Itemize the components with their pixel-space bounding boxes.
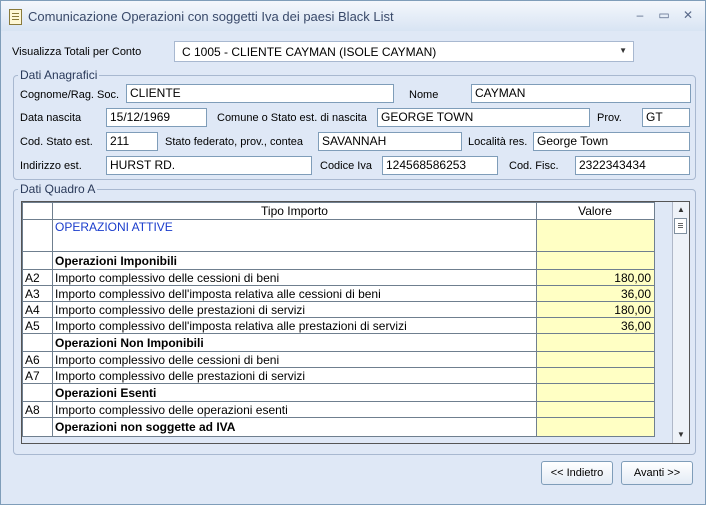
cognome-field[interactable]: CLIENTE — [126, 84, 394, 103]
avanti-button[interactable]: Avanti >> — [621, 461, 693, 485]
row-value[interactable] — [536, 383, 655, 402]
row-value[interactable] — [536, 351, 655, 368]
dati-anagrafici-title: Dati Anagrafici — [18, 68, 100, 82]
row-code: A5 — [22, 317, 53, 334]
cognome-label: Cognome/Rag. Soc. — [20, 89, 120, 101]
row-value[interactable]: 180,00 — [536, 269, 655, 286]
localita-label: Località res. — [468, 136, 528, 148]
title-bar[interactable]: Comunicazione Operazioni con soggetti Iv… — [1, 1, 705, 31]
cod-stato-field[interactable]: 211 — [106, 132, 158, 151]
row-code: A6 — [22, 351, 53, 368]
row-code: A2 — [22, 269, 53, 286]
quadro-table: Tipo Importo Valore OPERAZIONI ATTIVE Op… — [22, 202, 655, 437]
prov-label: Prov. — [597, 112, 622, 124]
row-value[interactable] — [536, 251, 655, 270]
indirizzo-field[interactable]: HURST RD. — [106, 156, 312, 175]
window-title: Comunicazione Operazioni con soggetti Iv… — [28, 9, 394, 24]
row-desc[interactable]: Operazioni Non Imponibili — [52, 333, 537, 352]
row-code — [22, 417, 53, 437]
row-desc[interactable]: Importo complessivo delle cessioni di be… — [52, 351, 537, 368]
row-code — [22, 383, 53, 402]
row-desc[interactable]: OPERAZIONI ATTIVE — [52, 219, 537, 252]
row-code — [22, 219, 53, 252]
row-value[interactable] — [536, 401, 655, 418]
cod-fisc-field[interactable]: 2322343434 — [575, 156, 690, 175]
chevron-down-icon[interactable]: ▼ — [619, 46, 627, 55]
prov-field[interactable]: GT — [642, 108, 690, 127]
scroll-thumb[interactable] — [674, 218, 687, 234]
row-code — [22, 251, 53, 270]
row-desc[interactable]: Operazioni Imponibili — [52, 251, 537, 270]
row-value[interactable]: 180,00 — [536, 301, 655, 318]
row-value[interactable]: 36,00 — [536, 317, 655, 334]
nome-label: Nome — [409, 89, 439, 101]
dialog-window: Comunicazione Operazioni con soggetti Iv… — [0, 0, 706, 505]
visualizza-label: Visualizza Totali per Conto — [12, 46, 142, 58]
row-value[interactable] — [536, 417, 655, 437]
header-code — [22, 202, 53, 220]
row-value[interactable] — [536, 333, 655, 352]
row-code: A8 — [22, 401, 53, 418]
conto-select-value: C 1005 - CLIENTE CAYMAN (ISOLE CAYMAN) — [182, 45, 437, 59]
row-value[interactable]: 36,00 — [536, 285, 655, 302]
scroll-down-icon[interactable]: ▼ — [673, 428, 689, 442]
stato-fed-field[interactable]: SAVANNAH — [318, 132, 462, 151]
row-desc[interactable]: Importo complessivo delle prestazioni di… — [52, 367, 537, 384]
indietro-button[interactable]: << Indietro — [541, 461, 613, 485]
conto-select[interactable]: C 1005 - CLIENTE CAYMAN (ISOLE CAYMAN) ▼ — [174, 41, 634, 62]
row-code — [22, 333, 53, 352]
header-valore: Valore — [536, 202, 655, 220]
cod-fisc-label: Cod. Fisc. — [509, 160, 559, 172]
row-code: A7 — [22, 367, 53, 384]
comune-label: Comune o Stato est. di nascita — [217, 112, 367, 124]
nome-field[interactable]: CAYMAN — [471, 84, 691, 103]
row-desc[interactable]: Importo complessivo delle prestazioni di… — [52, 301, 537, 318]
row-desc[interactable]: Importo complessivo dell'imposta relativ… — [52, 317, 537, 334]
scroll-up-icon[interactable]: ▲ — [673, 203, 689, 217]
data-nascita-field[interactable]: 15/12/1969 — [106, 108, 207, 127]
header-tipo-importo: Tipo Importo — [52, 202, 537, 220]
row-code: A4 — [22, 301, 53, 318]
codice-iva-field[interactable]: 124568586253 — [382, 156, 498, 175]
row-code: A3 — [22, 285, 53, 302]
row-value[interactable] — [536, 367, 655, 384]
vertical-scrollbar[interactable]: ▲ ▼ — [672, 202, 689, 443]
comune-field[interactable]: GEORGE TOWN — [377, 108, 590, 127]
stato-fed-label: Stato federato, prov., contea — [165, 136, 303, 148]
indirizzo-label: Indirizzo est. — [20, 160, 82, 172]
row-desc[interactable]: Operazioni non soggette ad IVA — [52, 417, 537, 437]
dati-quadro-title: Dati Quadro A — [18, 182, 98, 196]
row-desc[interactable]: Importo complessivo delle operazioni ese… — [52, 401, 537, 418]
localita-field[interactable]: George Town — [533, 132, 690, 151]
document-icon — [9, 9, 22, 25]
data-nascita-label: Data nascita — [20, 112, 82, 124]
maximize-icon[interactable]: ▭ — [655, 7, 673, 23]
row-desc[interactable]: Operazioni Esenti — [52, 383, 537, 402]
row-desc[interactable]: Importo complessivo delle cessioni di be… — [52, 269, 537, 286]
quadro-grid: Tipo Importo Valore OPERAZIONI ATTIVE Op… — [21, 201, 690, 444]
codice-iva-label: Codice Iva — [320, 160, 372, 172]
cod-stato-label: Cod. Stato est. — [20, 136, 93, 148]
row-desc[interactable]: Importo complessivo dell'imposta relativ… — [52, 285, 537, 302]
row-value[interactable] — [536, 219, 655, 252]
minimize-icon[interactable]: – — [631, 7, 649, 23]
close-icon[interactable]: ✕ — [679, 7, 697, 23]
